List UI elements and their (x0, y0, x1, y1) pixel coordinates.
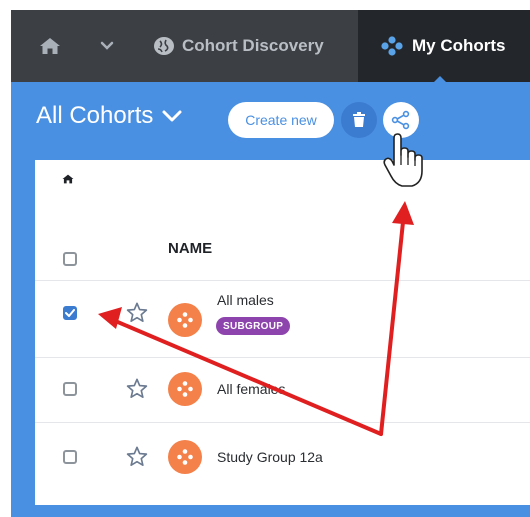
cohort-name[interactable]: All females (217, 381, 285, 397)
page-title: All Cohorts (36, 102, 154, 129)
brain-icon (153, 36, 175, 56)
row-divider (35, 422, 530, 423)
row-checkbox[interactable] (63, 382, 77, 396)
create-new-button[interactable]: Create new (228, 102, 334, 138)
cohort-name[interactable]: Study Group 12a (217, 449, 323, 465)
cohort-list-selector[interactable]: All Cohorts (36, 102, 183, 130)
active-tab-indicator (434, 76, 446, 82)
star-icon[interactable] (126, 302, 148, 323)
app-frame: Cohort Discovery My Cohorts All Cohorts … (11, 10, 530, 517)
subgroup-badge: SUBGROUP (216, 317, 291, 335)
row-checkbox[interactable] (63, 306, 77, 320)
name-column-header[interactable]: NAME (168, 240, 212, 257)
home-nav-button[interactable] (35, 10, 65, 82)
cohort-discovery-label: Cohort Discovery (182, 36, 324, 55)
cohort-type-icon (168, 440, 202, 474)
row-checkbox[interactable] (63, 450, 77, 464)
row-divider (35, 357, 530, 358)
hand-cursor-icon (383, 133, 423, 187)
cohort-discovery-tab[interactable]: Cohort Discovery (153, 10, 324, 82)
delete-button[interactable] (341, 102, 377, 138)
cohort-type-icon (168, 372, 202, 406)
cohorts-icon (380, 36, 404, 56)
select-all-checkbox[interactable] (63, 252, 77, 266)
cohort-name[interactable]: All males (217, 292, 274, 308)
chevron-down-icon (161, 109, 183, 123)
home-icon (40, 38, 60, 54)
breadcrumb-home-icon[interactable] (62, 174, 74, 184)
star-icon[interactable] (126, 446, 148, 467)
chevron-down-icon (100, 41, 114, 50)
trash-icon (353, 112, 365, 127)
checkmark-icon (65, 309, 75, 317)
cohort-type-icon (168, 303, 202, 337)
star-icon[interactable] (126, 378, 148, 399)
row-divider (35, 280, 530, 281)
nav-dropdown-button[interactable] (97, 10, 117, 82)
share-icon (391, 110, 410, 130)
my-cohorts-label: My Cohorts (412, 36, 506, 55)
my-cohorts-tab[interactable]: My Cohorts (358, 10, 530, 82)
top-nav: Cohort Discovery My Cohorts (11, 10, 530, 82)
cohort-table-panel: NAME All males SUBGROUP All females Stud… (35, 160, 530, 505)
